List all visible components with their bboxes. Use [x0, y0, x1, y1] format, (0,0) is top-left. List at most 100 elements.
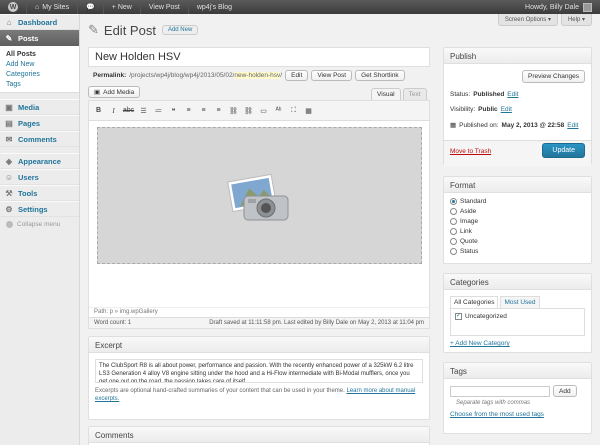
insert-more-icon[interactable]: ▭	[258, 105, 269, 116]
kitchen-sink-icon[interactable]: ▦	[303, 105, 314, 116]
publish-heading[interactable]: Publish	[444, 48, 591, 64]
add-tag-button[interactable]: Add	[553, 385, 577, 397]
howdy-label: Howdy, Billy Dale	[525, 3, 579, 11]
tab-most-used[interactable]: Most Used	[500, 296, 540, 308]
users-icon: ☺	[4, 172, 14, 182]
excerpt-heading[interactable]: Excerpt	[89, 337, 429, 353]
sidebar-item-label: Pages	[18, 118, 41, 128]
add-new-category-link[interactable]: + Add New Category	[450, 340, 585, 347]
help-tab[interactable]: Help ▾	[560, 14, 592, 26]
radio-icon[interactable]	[450, 207, 457, 215]
format-option-label: Quote	[460, 237, 478, 245]
publish-box: Publish Preview Changes Status: Publishe…	[443, 47, 592, 166]
sidebar-item-pages[interactable]: ▤ Pages	[0, 115, 79, 131]
sidebar-item-posts[interactable]: ✎ Posts	[0, 30, 79, 46]
format-option-label: Aside	[460, 207, 477, 215]
dashboard-icon: ⌂	[6, 17, 12, 27]
permalink-url[interactable]: /projects/wp4j/blog/wp4j/2013/05/02/new-…	[129, 72, 282, 79]
editor-content[interactable]	[93, 125, 422, 300]
blockquote-icon[interactable]: ❝	[168, 105, 179, 116]
edit-visibility-link[interactable]: Edit	[501, 106, 512, 113]
radio-icon[interactable]	[450, 217, 457, 225]
edit-date-link[interactable]: Edit	[567, 122, 578, 129]
screen-options-tab[interactable]: Screen Options ▾	[497, 14, 558, 26]
edit-status-link[interactable]: Edit	[507, 91, 518, 98]
sidebar-item-users[interactable]: ☺ Users	[0, 169, 79, 185]
excerpt-textarea[interactable]: The ClubSport R8 is all about power, per…	[95, 359, 423, 383]
spellcheck-icon[interactable]: ᴬᵇ	[273, 105, 284, 116]
sidebar-item-label: Media	[18, 102, 40, 112]
radio-icon[interactable]	[450, 247, 457, 255]
add-media-button[interactable]: ▣ Add Media	[88, 86, 141, 98]
sidebar-item-appearance[interactable]: ◈ Appearance	[0, 153, 79, 169]
format-heading[interactable]: Format	[444, 177, 591, 193]
get-shortlink-button[interactable]: Get Shortlink	[355, 70, 405, 81]
edit-permalink-button[interactable]: Edit	[285, 70, 309, 81]
comments-menu[interactable]: 💬	[77, 0, 103, 14]
align-center-icon[interactable]: ≡	[198, 105, 209, 116]
published-on-value: May 2, 2013 @ 22:58	[501, 121, 565, 129]
format-option-quote[interactable]: Quote	[444, 236, 591, 246]
editor-toolbar: B I abc ☰ ≔ ❝ ≡ ≡ ≡ ⛓ ⛓ ▭ ᴬᵇ ⛶ ▦	[89, 101, 429, 121]
sidebar-item-dashboard[interactable]: ⌂ Dashboard	[0, 14, 79, 30]
radio-icon[interactable]	[450, 227, 457, 235]
permalink-slug: new-holden-hsv	[234, 72, 281, 79]
view-post-link[interactable]: View Post	[139, 0, 188, 14]
insert-link-icon[interactable]: ⛓	[228, 105, 239, 116]
tag-cloud-link[interactable]: Choose from the most used tags	[444, 409, 591, 420]
format-option-link[interactable]: Link	[444, 226, 591, 236]
update-button[interactable]: Update	[542, 143, 585, 158]
move-to-trash-link[interactable]: Move to Trash	[450, 148, 491, 155]
italic-icon[interactable]: I	[108, 105, 119, 116]
bold-icon[interactable]: B	[93, 105, 104, 116]
radio-icon[interactable]	[450, 237, 457, 245]
my-sites-menu[interactable]: ⌂ My Sites	[26, 0, 77, 14]
wp-logo-menu[interactable]: W	[0, 0, 26, 14]
collapse-label: Collapse menu	[17, 220, 61, 228]
post-title-input[interactable]	[88, 47, 430, 67]
sidebar-item-label: Comments	[18, 134, 57, 144]
tab-all-categories[interactable]: All Categories	[450, 296, 499, 308]
format-option-standard[interactable]: Standard	[444, 196, 591, 206]
tag-input[interactable]	[450, 385, 550, 397]
account-menu[interactable]: Howdy, Billy Dale	[517, 0, 600, 14]
sidebar-item-comments[interactable]: ✉ Comments	[0, 131, 79, 147]
submenu-add-new[interactable]: Add New	[0, 59, 79, 69]
bullet-list-icon[interactable]: ☰	[138, 105, 149, 116]
format-option-status[interactable]: Status	[444, 246, 591, 256]
new-content-menu[interactable]: + New	[102, 0, 140, 14]
align-right-icon[interactable]: ≡	[213, 105, 224, 116]
format-option-label: Image	[460, 217, 479, 225]
submenu-categories[interactable]: Categories	[0, 69, 79, 79]
numbered-list-icon[interactable]: ≔	[153, 105, 164, 116]
tab-text[interactable]: Text	[402, 88, 427, 100]
uncategorized-checkbox[interactable]: ✓	[455, 313, 462, 320]
submenu-tags[interactable]: Tags	[0, 79, 79, 89]
tag-help: Separate tags with commas	[456, 400, 531, 406]
sidebar-item-tools[interactable]: ⚒ Tools	[0, 185, 79, 201]
collapse-menu-button[interactable]: Collapse menu	[0, 217, 79, 231]
posts-submenu: All Posts Add New Categories Tags	[0, 46, 79, 93]
sidebar-item-settings[interactable]: ⚙ Settings	[0, 201, 79, 217]
strikethrough-icon[interactable]: abc	[123, 105, 134, 116]
format-option-image[interactable]: Image	[444, 216, 591, 226]
sidebar-item-media[interactable]: ▣ Media	[0, 99, 79, 115]
comments-heading[interactable]: Comments	[89, 427, 429, 443]
align-left-icon[interactable]: ≡	[183, 105, 194, 116]
site-name-menu[interactable]: wp4j's Blog	[187, 0, 240, 14]
submenu-all-posts[interactable]: All Posts	[0, 49, 79, 59]
fullscreen-icon[interactable]: ⛶	[288, 105, 299, 116]
categories-heading[interactable]: Categories	[444, 274, 591, 290]
gallery-placeholder[interactable]	[97, 127, 422, 264]
tab-visual[interactable]: Visual	[371, 88, 401, 100]
format-option-aside[interactable]: Aside	[444, 206, 591, 216]
view-post-button[interactable]: View Post	[311, 70, 353, 81]
unlink-icon[interactable]: ⛓	[243, 105, 254, 116]
add-new-button[interactable]: Add New	[161, 25, 199, 35]
format-option-label: Status	[460, 247, 479, 255]
preview-changes-button[interactable]: Preview Changes	[522, 70, 585, 83]
post-editor: B I abc ☰ ≔ ❝ ≡ ≡ ≡ ⛓ ⛓ ▭ ᴬᵇ ⛶ ▦ Path: p…	[88, 100, 430, 329]
tags-heading[interactable]: Tags	[444, 363, 591, 379]
radio-icon[interactable]	[450, 197, 457, 205]
visibility-label: Visibility:	[450, 106, 476, 113]
